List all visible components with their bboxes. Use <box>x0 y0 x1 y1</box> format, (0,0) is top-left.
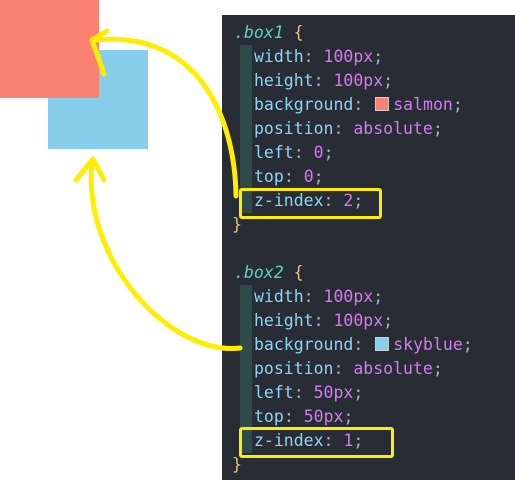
css-declaration: top: 0; <box>254 167 324 186</box>
box1-preview <box>0 0 99 98</box>
unit: px <box>323 407 344 426</box>
css-declaration: left: 0; <box>254 143 334 162</box>
unit: px <box>363 71 384 90</box>
box2-selector-line: .box2 { <box>234 261 304 285</box>
unit: px <box>353 47 374 66</box>
css-declaration: width: 100px; <box>254 287 384 306</box>
css-declaration: left: 50px; <box>254 383 364 402</box>
arrow-head-box2 <box>73 156 107 183</box>
property-name: height <box>254 311 314 330</box>
color-swatch-icon <box>375 337 390 351</box>
property-name: left <box>254 143 294 162</box>
css-declaration: width: 100px; <box>254 47 384 66</box>
property-value: 100 <box>333 311 364 330</box>
property-value: absolute <box>353 119 433 138</box>
property-value: 0 <box>303 167 314 186</box>
property-value: 50 <box>303 407 324 426</box>
css-declaration: position: absolute; <box>254 359 443 378</box>
property-name: left <box>254 383 294 402</box>
property-name: position <box>254 119 334 138</box>
code-editor: .box1 { width: 100px; height: 100px; backg… <box>222 15 515 480</box>
property-value: absolute <box>353 359 433 378</box>
css-declaration: height: 100px; <box>254 311 394 330</box>
css-declaration: background: skyblue; <box>254 335 473 354</box>
property-name: height <box>254 71 314 90</box>
property-value: 100 <box>323 287 354 306</box>
open-brace: { <box>293 23 304 42</box>
box2-zindex-highlight <box>239 427 394 458</box>
property-name: position <box>254 359 334 378</box>
arrow-to-box2 <box>88 160 243 351</box>
box1-zindex-highlight <box>239 188 382 219</box>
property-value: 50 <box>313 383 334 402</box>
property-value: 100 <box>323 47 354 66</box>
property-value: 0 <box>313 143 324 162</box>
css-declaration: height: 100px; <box>254 71 394 90</box>
color-swatch-icon <box>375 97 390 111</box>
property-value: skyblue <box>393 335 463 354</box>
property-name: top <box>254 407 284 426</box>
open-brace: { <box>293 263 304 282</box>
property-name: width <box>254 47 304 66</box>
property-name: background <box>254 95 354 114</box>
css-declaration: background: salmon; <box>254 95 463 114</box>
unit: px <box>353 287 374 306</box>
property-value: salmon <box>393 95 453 114</box>
property-name: top <box>254 167 284 186</box>
property-value: 100 <box>333 71 364 90</box>
property-name: background <box>254 335 354 354</box>
unit: px <box>363 311 384 330</box>
box1-selector: .box1 <box>234 23 284 42</box>
box2-selector: .box2 <box>234 263 284 282</box>
css-declaration: position: absolute; <box>254 119 443 138</box>
property-name: width <box>254 287 304 306</box>
unit: px <box>333 383 354 402</box>
css-declaration: top: 50px; <box>254 407 354 426</box>
box1-selector-line: .box1 { <box>234 21 304 45</box>
